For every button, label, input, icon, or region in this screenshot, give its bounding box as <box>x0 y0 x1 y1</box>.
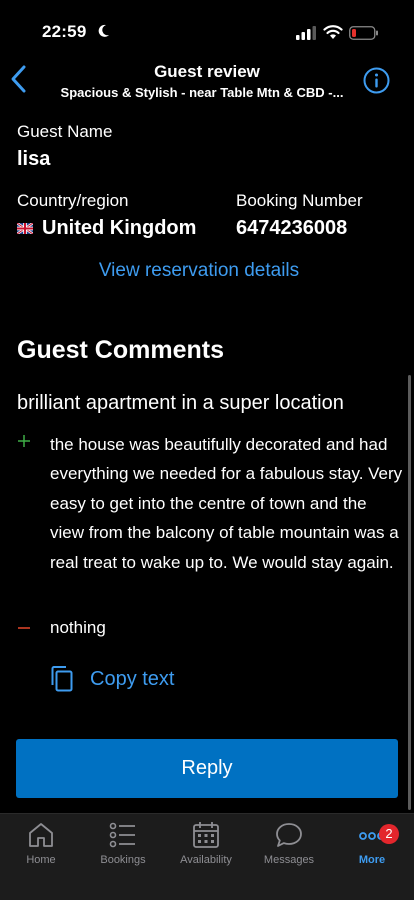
plus-icon <box>18 435 30 447</box>
nav-header: Guest review Spacious & Stylish - near T… <box>0 56 414 106</box>
list-icon <box>109 822 135 848</box>
tab-more-label: More <box>358 854 386 866</box>
property-subtitle: Spacious & Stylish - near Table Mtn & CB… <box>60 85 344 100</box>
tab-more[interactable]: More 2 <box>331 820 413 866</box>
copy-icon <box>51 666 73 692</box>
tab-availability[interactable]: Availability <box>165 820 247 866</box>
status-bar: 22:59 <box>0 0 414 52</box>
tab-availability-label: Availability <box>180 854 232 866</box>
booking-number-label: Booking Number <box>236 191 363 210</box>
chat-bubble-icon <box>276 823 302 847</box>
reply-button[interactable]: Reply <box>16 739 398 798</box>
scrollbar[interactable] <box>408 375 411 810</box>
tab-bookings-label: Bookings <box>100 854 146 866</box>
tab-home-label: Home <box>26 854 56 866</box>
negative-comment: nothing <box>50 618 106 637</box>
minus-icon <box>18 627 30 629</box>
tab-bar: Home Bookings Availability Messages More… <box>0 813 414 900</box>
wifi-icon <box>323 25 343 39</box>
comment-title: brilliant apartment in a super location <box>17 392 344 414</box>
calendar-icon <box>193 822 219 848</box>
guest-name-label: Guest Name <box>17 122 113 141</box>
guest-name-value: lisa <box>17 148 51 170</box>
battery-icon <box>349 26 378 40</box>
home-icon <box>29 823 53 847</box>
uk-flag-icon <box>17 223 33 234</box>
status-time: 22:59 <box>42 22 87 41</box>
reply-button-label: Reply <box>181 757 233 779</box>
copy-text-button[interactable]: Copy text <box>50 665 174 693</box>
guest-comments-heading: Guest Comments <box>17 336 224 364</box>
copy-text-label: Copy text <box>90 667 175 690</box>
positive-comment: the house was beautifully decorated and … <box>50 435 403 572</box>
moon-icon <box>98 24 109 37</box>
view-reservation-details-link[interactable]: View reservation details <box>0 260 398 282</box>
info-icon[interactable] <box>363 67 390 94</box>
tab-messages[interactable]: Messages <box>248 820 330 866</box>
booking-number-value: 6474236008 <box>236 217 348 239</box>
country-value: United Kingdom <box>42 217 197 239</box>
country-label: Country/region <box>17 191 129 210</box>
page-title: Guest review <box>154 62 260 81</box>
tab-messages-label: Messages <box>263 854 315 866</box>
signal-icon <box>296 26 316 40</box>
country-row: United Kingdom <box>17 217 196 240</box>
notification-badge: 2 <box>379 824 399 844</box>
tab-home[interactable]: Home <box>0 820 82 866</box>
tab-bookings[interactable]: Bookings <box>82 820 164 866</box>
